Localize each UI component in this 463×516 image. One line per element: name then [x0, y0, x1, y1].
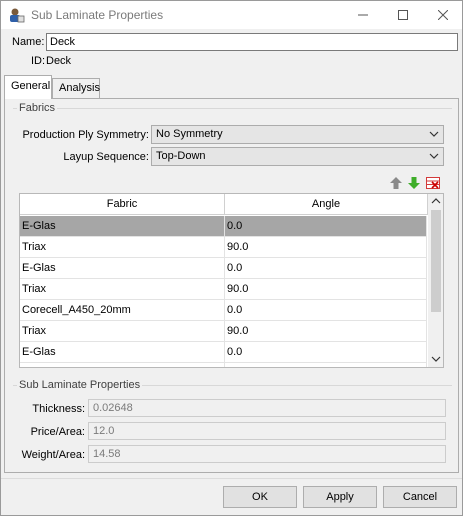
- weight-area-field: 14.58: [88, 445, 446, 463]
- id-label: ID:: [31, 55, 46, 67]
- delete-row-icon[interactable]: [426, 176, 440, 190]
- tab-analysis[interactable]: Analysis: [52, 78, 100, 99]
- price-area-field: 12.0: [88, 422, 446, 440]
- table-row[interactable]: E-Glas 0.0: [20, 216, 427, 237]
- fabric-cell[interactable]: Triax: [20, 279, 225, 300]
- name-field[interactable]: [46, 33, 458, 51]
- sequence-value: Top-Down: [156, 150, 206, 162]
- thickness-label: Thickness:: [32, 403, 85, 415]
- sequence-select[interactable]: Top-Down: [151, 147, 444, 166]
- chevron-up-icon[interactable]: [431, 196, 441, 206]
- app-icon: [10, 8, 25, 23]
- properties-group-title: Sub Laminate Properties: [17, 379, 143, 391]
- tab-general[interactable]: General: [4, 75, 52, 99]
- table-row[interactable]: Triax90.0: [20, 237, 427, 258]
- fabric-cell[interactable]: E-Glas: [20, 258, 225, 279]
- cancel-button[interactable]: Cancel: [383, 486, 457, 508]
- symmetry-label: Production Ply Symmetry:: [22, 129, 149, 141]
- angle-cell[interactable]: 0.0: [225, 300, 427, 321]
- table-row[interactable]: Corecell_A450_20mm 0.0: [20, 300, 427, 321]
- table-row[interactable]: Triax90.0: [20, 363, 427, 367]
- fabric-cell[interactable]: E-Glas: [20, 342, 225, 363]
- table-row[interactable]: E-Glas 0.0: [20, 342, 427, 363]
- move-up-icon[interactable]: [389, 176, 403, 190]
- fabric-cell[interactable]: Triax: [20, 237, 225, 258]
- table-row[interactable]: E-Glas 0.0: [20, 258, 427, 279]
- minimize-button[interactable]: [345, 1, 381, 29]
- angle-cell[interactable]: 90.0: [225, 237, 427, 258]
- maximize-icon: [398, 10, 408, 20]
- sub-laminate-properties-dialog: Sub Laminate Properties Name: ID: Deck G…: [0, 0, 463, 516]
- fabrics-group-border: [13, 108, 452, 109]
- symmetry-value: No Symmetry: [156, 128, 223, 140]
- weight-area-label: Weight/Area:: [21, 449, 85, 461]
- sequence-label: Layup Sequence:: [63, 151, 149, 163]
- table-row[interactable]: Triax90.0: [20, 321, 427, 342]
- id-value: Deck: [46, 55, 72, 67]
- symmetry-select[interactable]: No Symmetry: [151, 125, 444, 144]
- move-down-icon[interactable]: [407, 176, 421, 190]
- fabric-cell[interactable]: Triax: [20, 321, 225, 342]
- title-bar[interactable]: Sub Laminate Properties: [1, 1, 462, 29]
- chevron-down-icon[interactable]: [431, 354, 441, 364]
- angle-cell[interactable]: 90.0: [225, 363, 427, 367]
- thickness-field: 0.02648: [88, 399, 446, 417]
- apply-button[interactable]: Apply: [303, 486, 377, 508]
- fabrics-group-title: Fabrics: [17, 102, 58, 114]
- angle-cell[interactable]: 90.0: [225, 279, 427, 300]
- ok-button[interactable]: OK: [223, 486, 297, 508]
- close-icon: [438, 10, 448, 20]
- fabric-cell[interactable]: E-Glas: [20, 216, 225, 237]
- scroll-thumb[interactable]: [431, 210, 441, 312]
- chevron-down-icon: [429, 153, 439, 159]
- minimize-icon: [358, 14, 368, 16]
- maximize-button[interactable]: [385, 1, 421, 29]
- price-area-label: Price/Area:: [30, 426, 85, 438]
- button-bar-divider: [1, 478, 462, 479]
- window-title: Sub Laminate Properties: [31, 8, 164, 22]
- angle-cell[interactable]: 90.0: [225, 321, 427, 342]
- fabric-cell[interactable]: Corecell_A450_20mm: [20, 300, 225, 321]
- table-scrollbar[interactable]: [428, 194, 443, 367]
- fabric-table[interactable]: Fabric Angle E-Glas 0.0 Triax 90.0 E-Glas 0.0…: [19, 193, 444, 368]
- fabric-cell[interactable]: Triax: [20, 363, 225, 367]
- angle-cell[interactable]: 0.0: [225, 342, 427, 363]
- name-label: Name:: [12, 36, 45, 48]
- chevron-down-icon: [429, 131, 439, 137]
- angle-cell[interactable]: 0.0: [225, 216, 427, 237]
- column-header-angle[interactable]: Angle: [225, 194, 428, 215]
- angle-cell[interactable]: 0.0: [225, 258, 427, 279]
- column-header-fabric[interactable]: Fabric: [20, 194, 225, 215]
- table-row[interactable]: Triax90.0: [20, 279, 427, 300]
- close-button[interactable]: [425, 1, 461, 29]
